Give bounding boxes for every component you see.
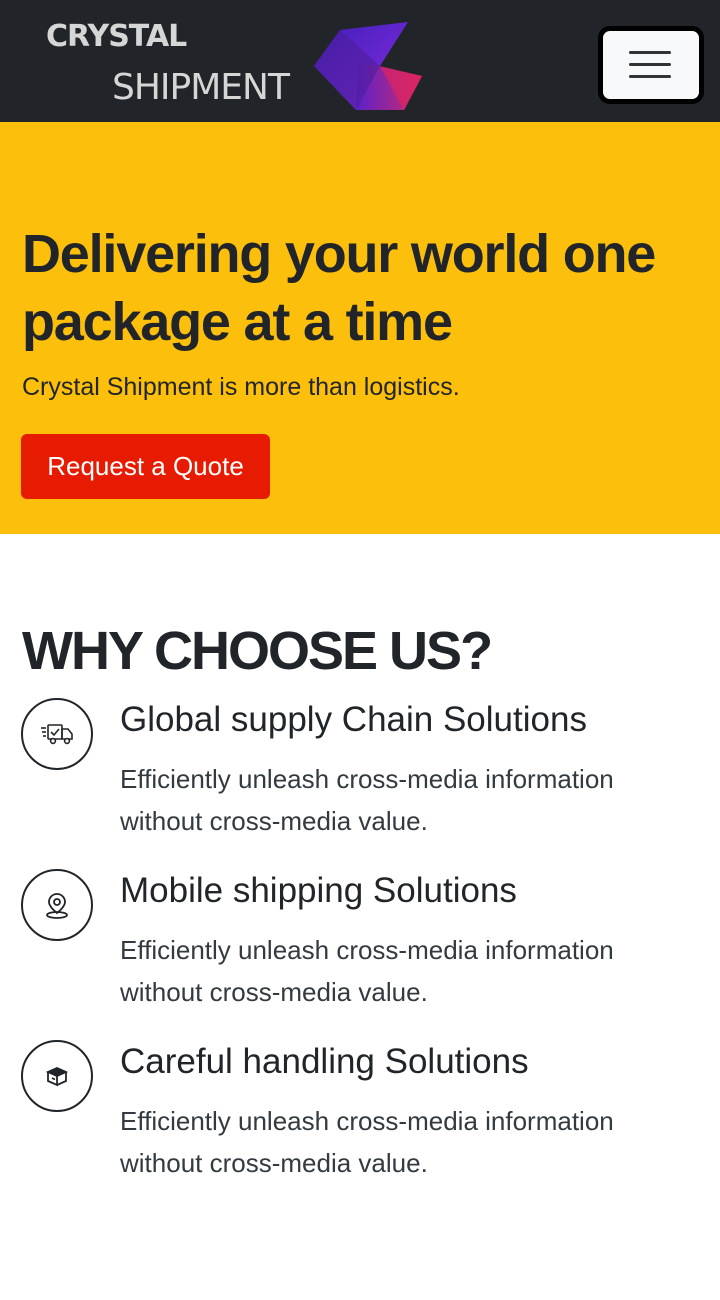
delivery-truck-icon [21,698,93,770]
crystal-logo-mark-icon [314,22,422,110]
why-choose-us-section: WHY CHOOSE US? Global supply Chain Solut… [0,534,720,1300]
package-box-icon [21,1040,93,1112]
feature-title: Global supply Chain Solutions [120,700,587,739]
feature-item: Careful handling Solutions Efficiently u… [0,1040,720,1190]
feature-description: Efficiently unleash cross-media informat… [120,1106,614,1178]
section-title: WHY CHOOSE US? [22,621,493,681]
hamburger-menu-icon [629,51,671,54]
feature-title: Mobile shipping Solutions [120,871,517,910]
feature-item: Global supply Chain Solutions Efficientl… [0,698,720,848]
brand-logo-link[interactable]: CRYSTAL SHIPMENT [46,22,426,114]
hero-section: Delivering your world one package at a t… [0,122,720,534]
feature-description: Efficiently unleash cross-media informat… [120,935,614,1007]
feature-description: Efficiently unleash cross-media informat… [120,764,614,836]
navbar: CRYSTAL SHIPMENT [0,0,720,122]
brand-name-bottom: SHIPMENT [112,67,290,108]
hamburger-menu-icon [629,63,671,66]
feature-item: Mobile shipping Solutions Efficiently un… [0,869,720,1019]
hero-subtitle: Crystal Shipment is more than logistics. [22,373,460,401]
brand-name-top: CRYSTAL [46,19,187,54]
map-pin-icon [21,869,93,941]
request-quote-button[interactable]: Request a Quote [21,434,270,499]
hamburger-menu-icon [629,75,671,78]
feature-title: Careful handling Solutions [120,1042,529,1081]
hero-title: Delivering your world one package at a t… [22,224,656,352]
navbar-toggle-button[interactable] [598,26,704,104]
